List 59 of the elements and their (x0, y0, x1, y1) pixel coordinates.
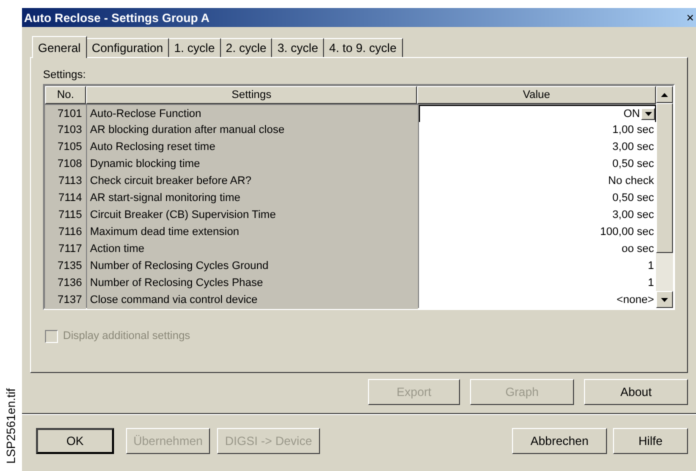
table-cell: Check circuit breaker before AR? (87, 173, 418, 190)
scrollbar[interactable] (656, 86, 673, 308)
figure-label: LSP2561en.tif (3, 387, 19, 466)
table-cell: 7136 (45, 275, 86, 292)
window-title: Auto Reclose - Settings Group A (24, 10, 210, 26)
scroll-down-button[interactable] (656, 291, 673, 308)
scroll-thumb[interactable] (656, 103, 673, 253)
table-cell: Dynamic blocking time (87, 156, 418, 172)
tab[interactable]: 4. to 9. cycle (324, 38, 403, 57)
button[interactable]: About (584, 379, 688, 405)
table-cell[interactable]: oo sec (419, 241, 656, 258)
table-cell: Close command via control device (87, 292, 418, 308)
button[interactable]: Hilfe (613, 428, 688, 454)
table-cell: 7117 (45, 241, 86, 258)
settings-label: Settings: (43, 68, 87, 82)
table-cell: Action time (87, 241, 418, 258)
table-cell[interactable]: <none> (419, 292, 656, 308)
table-cell: Circuit Breaker (CB) Supervision Time (87, 207, 418, 224)
button[interactable]: OK (36, 428, 114, 454)
tab[interactable]: 1. cycle (169, 38, 221, 57)
table-cell: 7135 (45, 258, 86, 274)
scroll-up-button[interactable] (656, 86, 673, 103)
arrow-up-icon (661, 92, 668, 96)
table-cell: Maximum dead time extension (87, 224, 418, 240)
close-button[interactable]: × (686, 11, 694, 24)
table-cell: 7137 (45, 292, 86, 308)
table-cell: 7114 (45, 190, 86, 206)
table-cell[interactable]: 1 (419, 258, 656, 274)
table-cell: 7116 (45, 224, 86, 240)
table-cell: Number of Reclosing Cycles Ground (87, 258, 418, 274)
table-cell[interactable]: No check (419, 173, 656, 190)
table-cell: 7113 (45, 173, 86, 190)
table-cell: 7115 (45, 207, 86, 224)
table-cell[interactable]: 0,50 sec (419, 190, 656, 206)
column-header[interactable]: Value (417, 86, 656, 104)
tab[interactable]: 3. cycle (272, 38, 324, 57)
table-cell[interactable]: 3,00 sec (419, 207, 656, 224)
table-cell: AR blocking duration after manual close (87, 122, 418, 138)
table-cell[interactable]: 1 (419, 275, 656, 292)
table-cell[interactable]: 0,50 sec (419, 156, 656, 172)
table-cell: 7103 (45, 122, 86, 138)
arrow-down-icon (661, 298, 668, 302)
table-cell[interactable]: 3,00 sec (419, 139, 656, 156)
table-cell: 7105 (45, 139, 86, 156)
dropdown-button[interactable] (641, 108, 655, 120)
table-cell: Auto Reclosing reset time (87, 139, 418, 156)
table-cell: Number of Reclosing Cycles Phase (87, 275, 418, 292)
tab[interactable]: 2. cycle (220, 38, 272, 57)
table-cell: AR start-signal monitoring time (87, 190, 418, 206)
tab[interactable]: General (32, 36, 87, 58)
table-cell[interactable]: 100,00 sec (419, 224, 656, 240)
table-cell: 7108 (45, 156, 86, 172)
table-cell[interactable]: 1,00 sec (419, 122, 656, 138)
checkbox-label: Display additional settings (63, 329, 190, 344)
column-header[interactable]: No. (45, 86, 86, 104)
column-header[interactable]: Settings (86, 86, 417, 104)
button[interactable]: Abbrechen (512, 428, 607, 454)
caret-icon (644, 112, 652, 116)
tab[interactable]: Configuration (86, 38, 170, 57)
